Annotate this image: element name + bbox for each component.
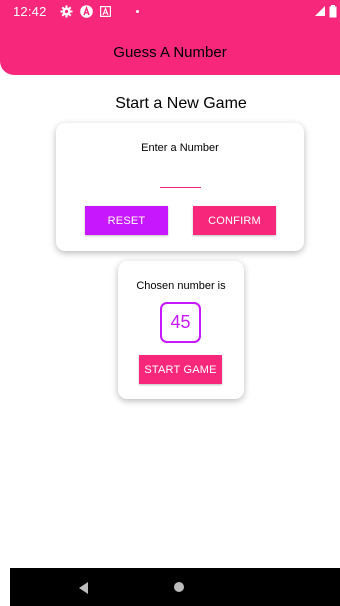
input-label: Enter a Number — [141, 142, 219, 154]
navigation-bar — [10, 568, 340, 606]
page-title: Start a New Game — [115, 95, 247, 112]
start-game-button[interactable]: START GAME — [139, 355, 222, 384]
back-icon[interactable] — [79, 582, 88, 594]
status-time: 12:42 — [13, 4, 47, 19]
number-input[interactable] — [160, 175, 201, 188]
gear-icon — [60, 5, 73, 18]
dot-icon — [136, 10, 139, 13]
number-input-card: Enter a Number RESET CONFIRM — [56, 123, 304, 251]
battery-icon — [329, 5, 337, 18]
home-icon[interactable] — [174, 582, 184, 592]
a-circle-icon — [80, 5, 93, 18]
chosen-number: 45 — [160, 302, 201, 343]
signal-icon — [314, 5, 327, 18]
a-box-icon — [100, 5, 113, 18]
status-bar: 12:42 — [0, 0, 340, 24]
chosen-number-label: Chosen number is — [136, 280, 226, 292]
app-header: 12:42 Guess A Number — [0, 0, 340, 75]
reset-button[interactable]: RESET — [85, 206, 168, 235]
confirm-button[interactable]: CONFIRM — [193, 206, 276, 235]
summary-card: Chosen number is 45 START GAME — [118, 261, 244, 399]
header-title: Guess A Number — [113, 44, 227, 61]
